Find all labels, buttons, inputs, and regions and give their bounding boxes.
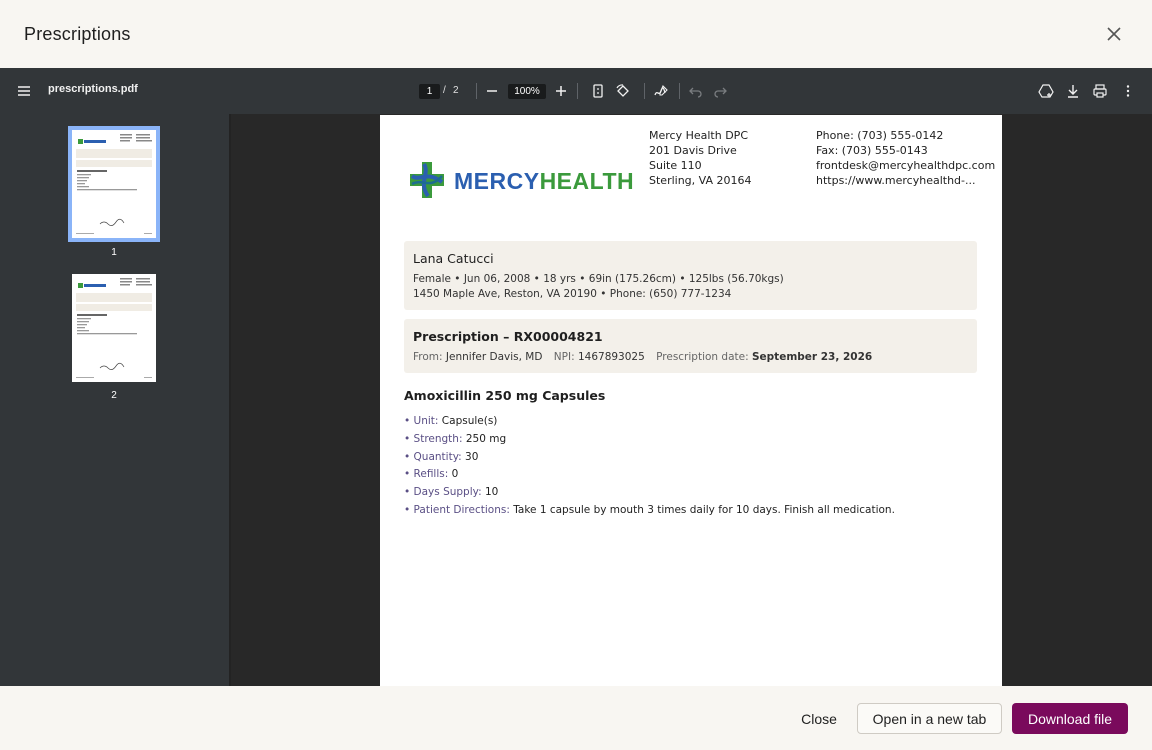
close-icon[interactable]: [1104, 24, 1124, 44]
clinic-website: https://www.mercyhealthd-...: [816, 174, 976, 187]
pdf-filename: prescriptions.pdf: [48, 83, 138, 95]
npi-value: 1467893025: [577, 351, 645, 363]
patient-demographics: Female • Jun 06, 2008 • 18 yrs • 69in (1…: [413, 273, 784, 285]
thumbnail-label: 1: [111, 247, 117, 258]
logo-word-mercy: MERCY: [454, 168, 540, 194]
detail-value: Take 1 capsule by mouth 3 times daily fo…: [513, 504, 895, 516]
thumbnail-label: 2: [111, 390, 117, 401]
detail-value: 0: [451, 468, 459, 480]
detail-label: • Patient Directions:: [404, 504, 510, 516]
drive-upload-icon[interactable]: [1036, 81, 1056, 101]
modal-header: Prescriptions: [0, 0, 1152, 68]
detail-refills: • Refills: 0: [404, 468, 458, 480]
prescription-date-label: Prescription date:: [656, 351, 749, 363]
thumbnail-preview: [72, 274, 156, 382]
detail-value: Capsule(s): [441, 415, 498, 427]
detail-patient-directions: • Patient Directions: Take 1 capsule by …: [404, 504, 895, 516]
toolbar-divider: [679, 83, 680, 99]
patient-name: Lana Catucci: [413, 251, 494, 266]
logo-wordmark: MERCYHEALTH: [454, 168, 634, 195]
sidebar-divider: [229, 114, 231, 686]
redo-icon[interactable]: [710, 81, 730, 101]
clinic-city: Sterling, VA 20164: [649, 174, 752, 187]
patient-info-box: Lana Catucci Female • Jun 06, 2008 • 18 …: [404, 241, 977, 310]
pdf-toolbar: prescriptions.pdf 1 / 2 100%: [0, 68, 1152, 114]
clinic-phone: Phone: (703) 555-0142: [816, 129, 944, 142]
page-thumbnail-1[interactable]: [68, 126, 160, 242]
download-file-button[interactable]: Download file: [1012, 703, 1128, 734]
logo-word-health: HEALTH: [539, 168, 635, 194]
from-label: From:: [413, 351, 443, 363]
detail-label: • Days Supply:: [404, 486, 482, 498]
prescription-info-box: Prescription – RX00004821 From: Jennifer…: [404, 319, 977, 373]
detail-label: • Strength:: [404, 433, 463, 445]
clinic-fax: Fax: (703) 555-0143: [816, 144, 928, 157]
zoom-input[interactable]: 100%: [508, 84, 546, 99]
patient-address: 1450 Maple Ave, Reston, VA 20190 • Phone…: [413, 288, 732, 300]
menu-icon[interactable]: [14, 81, 34, 101]
page-thumbnail-2[interactable]: [72, 274, 156, 382]
zoom-out-icon[interactable]: [482, 81, 502, 101]
mercy-health-logo: MERCYHEALTH: [406, 160, 634, 200]
fit-page-icon[interactable]: [588, 81, 608, 101]
detail-unit: • Unit: Capsule(s): [404, 415, 497, 427]
cross-logo-icon: [410, 162, 444, 198]
pdf-page: MERCYHEALTH Mercy Health DPC 201 Davis D…: [380, 115, 1002, 686]
detail-value: 250 mg: [465, 433, 507, 445]
zoom-in-icon[interactable]: [551, 81, 571, 101]
page-total: 2: [453, 85, 459, 96]
npi-label: NPI:: [553, 351, 575, 363]
prescription-date-value: September 23, 2026: [751, 351, 873, 363]
open-new-tab-button[interactable]: Open in a new tab: [857, 703, 1002, 734]
clinic-address: Mercy Health DPC 201 Davis Drive Suite 1…: [649, 128, 751, 188]
download-icon[interactable]: [1063, 81, 1083, 101]
modal-footer: Close Open in a new tab Download file: [0, 686, 1152, 750]
more-options-icon[interactable]: [1118, 81, 1138, 101]
prescription-title: Prescription – RX00004821: [413, 329, 603, 344]
detail-strength: • Strength: 250 mg: [404, 433, 506, 445]
thumbnail-sidebar: 1 2: [0, 114, 229, 686]
prescriber-name: Jennifer Davis, MD: [445, 351, 543, 363]
prescriptions-modal: Prescriptions prescriptions.pdf 1 / 2 10…: [0, 0, 1152, 750]
detail-days-supply: • Days Supply: 10: [404, 486, 498, 498]
page-number-input[interactable]: 1: [419, 84, 440, 99]
clinic-contact: Phone: (703) 555-0142 Fax: (703) 555-014…: [816, 128, 995, 188]
annotate-icon[interactable]: [651, 81, 671, 101]
detail-value: 10: [484, 486, 499, 498]
undo-icon[interactable]: [686, 81, 706, 101]
toolbar-divider: [577, 83, 578, 99]
toolbar-divider: [476, 83, 477, 99]
clinic-email: frontdesk@mercyhealthdpc.com: [816, 159, 996, 172]
close-button[interactable]: Close: [790, 703, 848, 734]
pdf-viewer: prescriptions.pdf 1 / 2 100% 1 2 MERCYHE…: [0, 68, 1152, 686]
detail-value: 30: [465, 451, 479, 463]
toolbar-divider: [644, 83, 645, 99]
print-icon[interactable]: [1090, 81, 1110, 101]
rotate-icon[interactable]: [613, 81, 633, 101]
clinic-street: 201 Davis Drive: [649, 144, 737, 157]
detail-label: • Unit:: [404, 415, 439, 427]
detail-label: • Quantity:: [404, 451, 462, 463]
clinic-name: Mercy Health DPC: [649, 129, 748, 142]
clinic-suite: Suite 110: [649, 159, 702, 172]
modal-title: Prescriptions: [24, 23, 131, 44]
page-separator: /: [443, 85, 446, 96]
medication-title: Amoxicillin 250 mg Capsules: [404, 388, 606, 403]
detail-quantity: • Quantity: 30: [404, 451, 478, 463]
thumbnail-preview: [72, 130, 156, 238]
detail-label: • Refills:: [404, 468, 449, 480]
prescription-meta: From: Jennifer Davis, MD NPI: 1467893025…: [413, 351, 968, 363]
